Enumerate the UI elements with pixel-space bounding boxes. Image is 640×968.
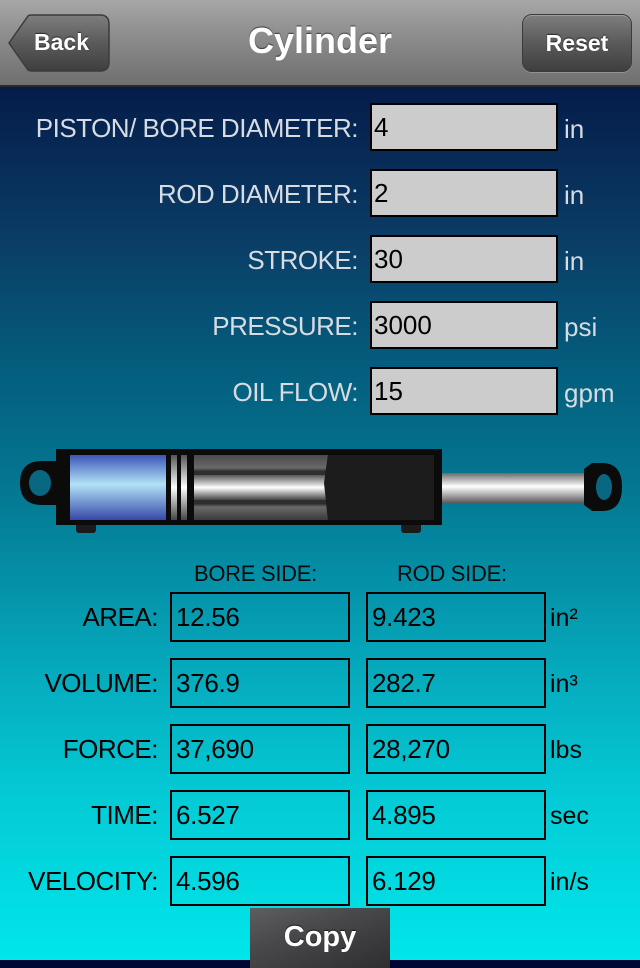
velocity-rod-value: 6.129: [366, 856, 546, 906]
stroke-label: STROKE:: [247, 245, 358, 275]
oil-flow-unit: gpm: [564, 378, 615, 408]
volume-unit: in³: [550, 670, 578, 698]
input-row-bore-diameter: PISTON/ BORE DIAMETER: in: [0, 103, 640, 153]
pressure-input[interactable]: [370, 301, 558, 349]
area-unit: in²: [550, 604, 578, 632]
rod-diameter-unit: in: [564, 180, 585, 210]
time-bore-value: 6.527: [170, 790, 350, 840]
area-label: AREA:: [82, 602, 158, 632]
input-row-rod-diameter: ROD DIAMETER: in: [0, 169, 640, 219]
time-rod-value: 4.895: [366, 790, 546, 840]
rod-diameter-input[interactable]: [370, 169, 558, 217]
rod-diameter-label: ROD DIAMETER:: [157, 179, 359, 209]
rod-side-header: ROD SIDE:: [397, 561, 507, 586]
result-row-time: TIME: 6.527 4.895 sec: [0, 790, 640, 840]
result-row-force: FORCE: 37,690 28,270 lbs: [0, 724, 640, 774]
pressure-label: PRESSURE:: [212, 311, 358, 341]
time-unit: sec: [550, 802, 589, 830]
input-row-stroke: STROKE: in: [0, 235, 640, 285]
velocity-label: VELOCITY:: [28, 866, 158, 896]
force-label: FORCE:: [62, 734, 159, 764]
volume-bore-value: 376.9: [170, 658, 350, 708]
navigation-bar: Back Cylinder Reset: [0, 0, 640, 87]
bore-side-header: BORE SIDE:: [194, 561, 317, 586]
area-rod-value: 9.423: [366, 592, 546, 642]
stroke-input[interactable]: [370, 235, 558, 283]
result-row-area: AREA: 12.56 9.423 in²: [0, 592, 640, 642]
bore-diameter-label: PISTON/ BORE DIAMETER:: [35, 113, 359, 143]
velocity-bore-value: 4.596: [170, 856, 350, 906]
force-bore-value: 37,690: [170, 724, 350, 774]
oil-flow-label: OIL FLOW:: [232, 377, 358, 407]
bore-diameter-unit: in: [564, 114, 585, 144]
stroke-unit: in: [564, 246, 585, 276]
volume-label: VOLUME:: [44, 668, 158, 698]
copy-button[interactable]: Copy: [250, 908, 390, 968]
force-rod-value: 28,270: [366, 724, 546, 774]
input-row-pressure: PRESSURE: psi: [0, 301, 640, 351]
hydraulic-cylinder-icon: [20, 449, 622, 533]
reset-button[interactable]: Reset: [522, 14, 632, 72]
input-row-oil-flow: OIL FLOW: gpm: [0, 367, 640, 417]
result-row-volume: VOLUME: 376.9 282.7 in³: [0, 658, 640, 708]
time-label: TIME:: [91, 800, 158, 830]
area-bore-value: 12.56: [170, 592, 350, 642]
bore-diameter-input[interactable]: [370, 103, 558, 151]
result-row-velocity: VELOCITY: 4.596 6.129 in/s: [0, 856, 640, 906]
force-unit: lbs: [550, 736, 582, 764]
volume-rod-value: 282.7: [366, 658, 546, 708]
oil-flow-input[interactable]: [370, 367, 558, 415]
pressure-unit: psi: [564, 312, 598, 342]
velocity-unit: in/s: [550, 868, 589, 896]
